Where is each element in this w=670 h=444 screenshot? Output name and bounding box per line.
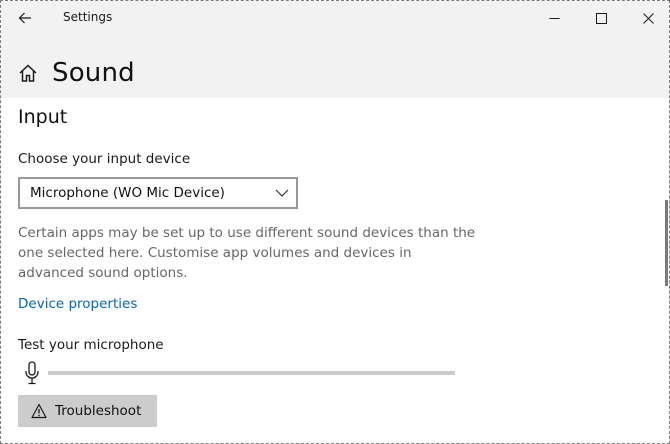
home-button[interactable]	[17, 62, 39, 84]
test-microphone-label: Test your microphone	[18, 337, 164, 353]
input-device-selected-value: Microphone (WO Mic Device)	[30, 185, 225, 201]
page-title: Sound	[52, 58, 135, 88]
maximize-icon	[595, 12, 607, 24]
back-arrow-icon	[18, 12, 31, 24]
chevron-down-icon	[275, 189, 289, 197]
device-properties-link[interactable]: Device properties	[18, 296, 137, 312]
close-button[interactable]	[625, 1, 669, 35]
maximize-button[interactable]	[578, 1, 624, 35]
input-device-label: Choose your input device	[18, 151, 191, 167]
settings-window: Settings Sound Input Choose your input d…	[0, 0, 670, 444]
minimize-button[interactable]	[531, 1, 577, 35]
page-header: Sound	[17, 58, 135, 88]
microphone-icon	[25, 361, 39, 385]
minimize-icon	[549, 17, 559, 19]
troubleshoot-button[interactable]: Troubleshoot	[18, 395, 157, 427]
mic-level-meter	[48, 371, 455, 375]
app-title: Settings	[63, 10, 113, 24]
home-icon	[19, 64, 37, 82]
back-button[interactable]	[9, 5, 41, 31]
warning-icon	[31, 403, 47, 419]
section-title-input: Input	[18, 106, 68, 128]
scrollbar-thumb[interactable]	[665, 200, 668, 286]
input-device-dropdown[interactable]: Microphone (WO Mic Device)	[18, 177, 298, 209]
title-bar: Settings	[1, 1, 669, 35]
header-region: Settings Sound	[1, 1, 669, 98]
close-icon	[642, 12, 654, 24]
troubleshoot-label: Troubleshoot	[55, 403, 142, 419]
input-device-description: Certain apps may be set up to use differ…	[18, 225, 476, 281]
